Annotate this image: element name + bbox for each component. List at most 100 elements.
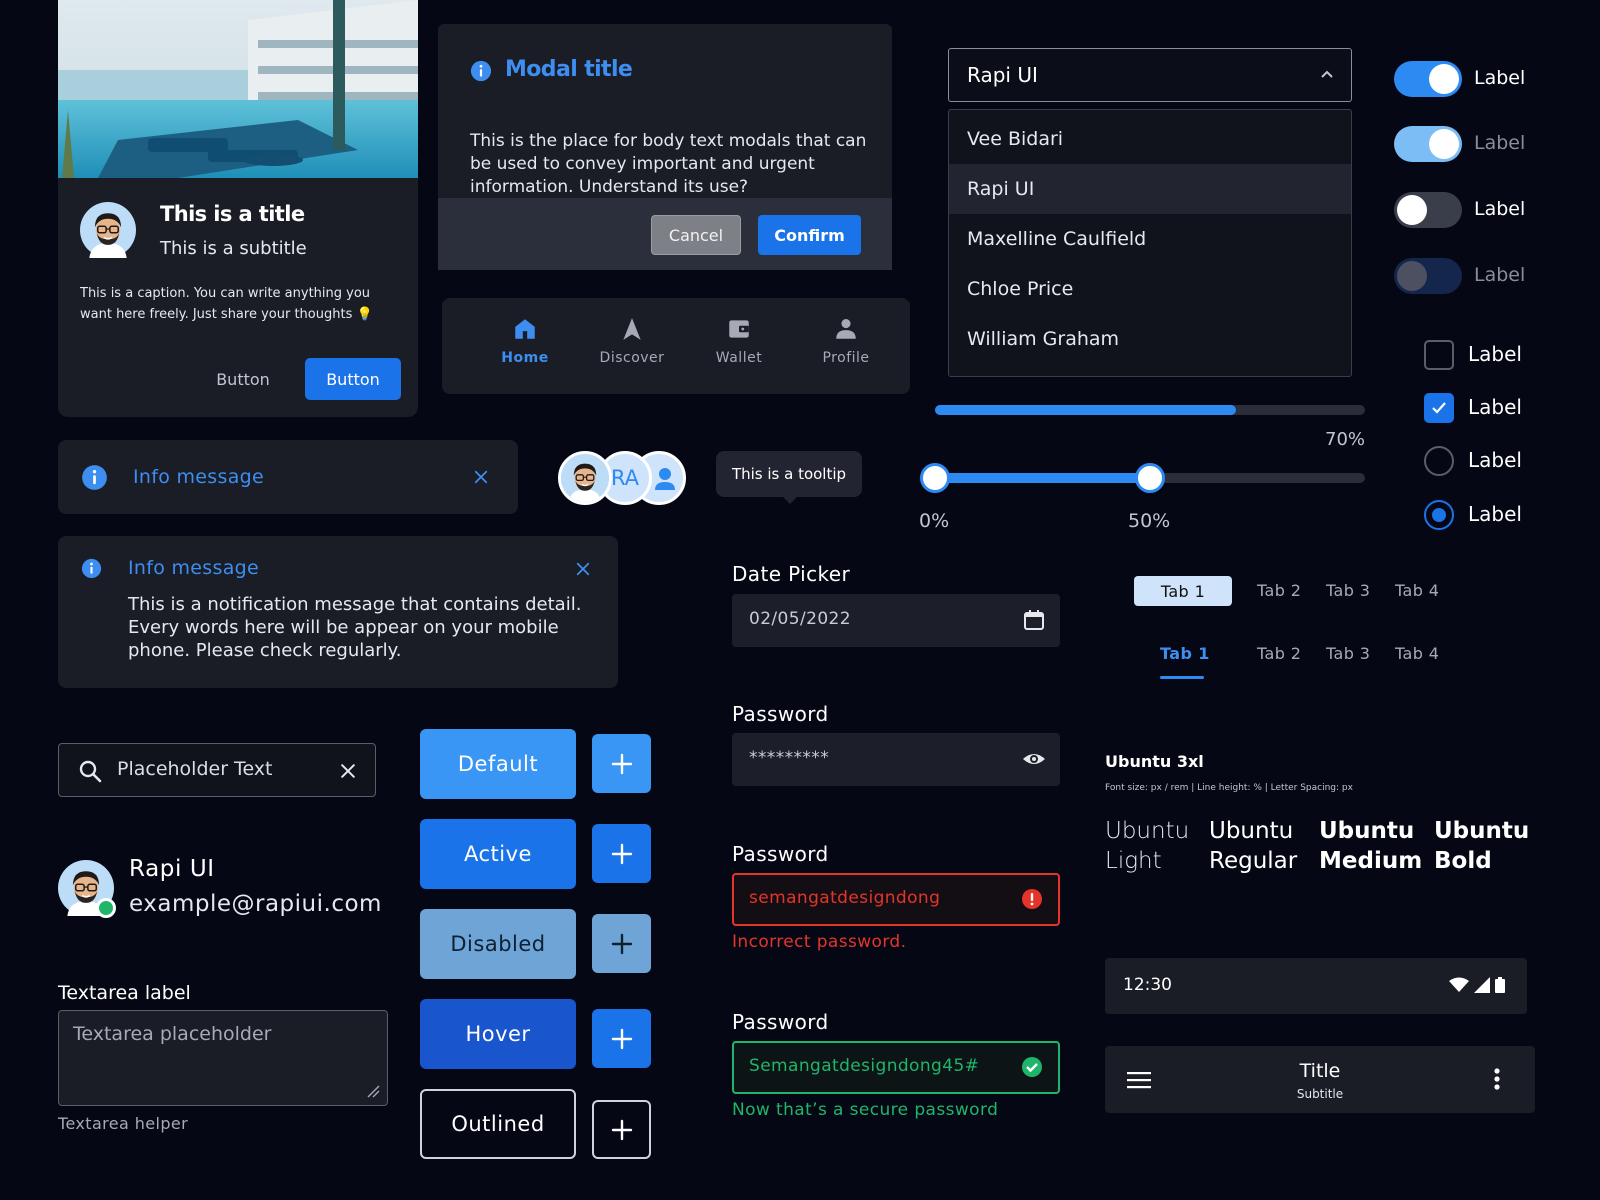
add-button-outlined[interactable] xyxy=(592,1100,651,1159)
tab-pill-3[interactable]: Tab 3 xyxy=(1326,581,1370,600)
plus-icon xyxy=(610,1118,634,1142)
add-button-active[interactable] xyxy=(592,824,651,883)
nav-label: Profile xyxy=(822,350,870,366)
range-slider-fill xyxy=(935,473,1150,483)
search-field xyxy=(58,743,376,797)
typography-meta: Font size: px / rem | Line height: % | L… xyxy=(1105,783,1353,793)
add-button-hover[interactable] xyxy=(592,1009,651,1068)
check-circle-icon xyxy=(1022,1057,1042,1077)
toggle-label: Label xyxy=(1474,198,1526,220)
tab-underline-2[interactable]: Tab 2 xyxy=(1257,644,1301,663)
textarea-input[interactable] xyxy=(58,1010,388,1106)
app-bar-subtitle: Subtitle xyxy=(1296,1087,1344,1101)
nav-label: Wallet xyxy=(715,350,763,366)
disabled-button[interactable]: Disabled xyxy=(420,909,576,979)
progress-label: 70% xyxy=(1325,429,1366,450)
search-input[interactable] xyxy=(117,758,317,780)
typography-sample-light: Ubuntu Light xyxy=(1105,818,1190,874)
tab-underline-1[interactable]: Tab 1 xyxy=(1160,644,1210,663)
toggle-label: Label xyxy=(1474,67,1526,89)
radio-checked[interactable] xyxy=(1424,500,1454,530)
password-label: Password xyxy=(732,842,829,866)
notification-body: This is a notification message that cont… xyxy=(128,594,582,661)
tab-underline-3[interactable]: Tab 3 xyxy=(1326,644,1370,663)
more-vertical-icon[interactable] xyxy=(1493,1067,1501,1091)
info-banner: Info message xyxy=(58,440,518,514)
tab-underline-4[interactable]: Tab 4 xyxy=(1395,644,1439,663)
date-picker-input[interactable]: 02/05/2022 xyxy=(732,594,1060,647)
user-name: Rapi UI xyxy=(129,856,215,882)
checkmark-icon xyxy=(1432,402,1446,414)
battery-icon xyxy=(1495,977,1505,993)
typography-sample-medium: Ubuntu Medium xyxy=(1319,818,1423,874)
online-status-badge xyxy=(96,898,116,918)
nav-item-home[interactable]: Home xyxy=(480,316,570,366)
card-secondary-button[interactable]: Button xyxy=(193,358,293,400)
password-success-text: Now that’s a secure password xyxy=(732,1100,999,1120)
select-dropdown[interactable]: Rapi UI xyxy=(948,48,1352,102)
signal-icon xyxy=(1473,977,1490,993)
password-input[interactable]: ********* xyxy=(732,733,1060,786)
password-value: Semangatdesigndong45# xyxy=(749,1056,980,1076)
close-icon[interactable] xyxy=(472,468,490,486)
info-icon xyxy=(81,558,102,579)
resize-handle-icon[interactable] xyxy=(366,1084,380,1098)
checkbox-checked[interactable] xyxy=(1424,393,1454,423)
confirm-button[interactable]: Confirm xyxy=(758,215,861,255)
modal-body: This is the place for body text modals t… xyxy=(470,131,867,197)
range-slider-thumb-high[interactable] xyxy=(1135,463,1165,493)
clear-icon[interactable] xyxy=(338,761,358,781)
plus-icon xyxy=(611,933,632,954)
select-option[interactable]: Chloe Price xyxy=(949,264,1351,314)
hover-button[interactable]: Hover xyxy=(420,999,576,1069)
eye-icon[interactable] xyxy=(1022,747,1046,771)
chevron-up-icon xyxy=(1321,70,1333,78)
tab-pill-4[interactable]: Tab 4 xyxy=(1395,581,1439,600)
add-button-default[interactable] xyxy=(592,734,651,793)
wifi-icon xyxy=(1448,977,1469,992)
select-value: Rapi UI xyxy=(967,63,1038,87)
avatar xyxy=(80,202,136,258)
card-title: This is a title xyxy=(160,202,305,226)
active-button[interactable]: Active xyxy=(420,819,576,889)
checkbox-label: Label xyxy=(1468,342,1522,366)
nav-label: Discover xyxy=(599,350,665,366)
password-value: ********* xyxy=(749,748,830,768)
card-primary-button[interactable]: Button xyxy=(305,358,401,400)
toggle-switch-off[interactable] xyxy=(1394,192,1462,228)
home-icon xyxy=(515,319,535,339)
password-input-error[interactable]: semangatdesigndong xyxy=(732,873,1060,926)
nav-item-wallet[interactable]: Wallet xyxy=(694,316,784,366)
avatar-photo xyxy=(558,451,612,505)
select-option[interactable]: Maxelline Caulfield xyxy=(949,214,1351,264)
app-bar: Title Subtitle xyxy=(1105,1046,1535,1113)
select-option-selected[interactable]: Rapi UI xyxy=(949,164,1351,214)
password-label: Password xyxy=(732,1010,829,1034)
calendar-icon[interactable] xyxy=(1022,608,1046,632)
toggle-switch-on-disabled[interactable] xyxy=(1394,126,1462,162)
tab-pill-2[interactable]: Tab 2 xyxy=(1257,581,1301,600)
password-input-success[interactable]: Semangatdesigndong45# xyxy=(732,1041,1060,1094)
info-message-text: Info message xyxy=(133,466,264,488)
plus-icon xyxy=(610,1027,634,1051)
select-option[interactable]: Vee Bidari xyxy=(949,114,1351,164)
toggle-switch-off-disabled[interactable] xyxy=(1394,258,1462,294)
cancel-button[interactable]: Cancel xyxy=(651,215,741,255)
password-value: semangatdesigndong xyxy=(749,888,941,908)
card-subtitle: This is a subtitle xyxy=(160,238,307,259)
select-option[interactable]: William Graham xyxy=(949,314,1351,364)
default-button[interactable]: Default xyxy=(420,729,576,799)
radio-unchecked[interactable] xyxy=(1424,446,1454,476)
tab-pill-1[interactable]: Tab 1 xyxy=(1134,576,1232,606)
range-slider-thumb-low[interactable] xyxy=(920,463,950,493)
nav-item-profile[interactable]: Profile xyxy=(801,316,891,366)
add-button-disabled[interactable] xyxy=(592,914,651,973)
content-card: This is a title This is a subtitle This … xyxy=(58,0,418,417)
info-icon xyxy=(81,464,108,491)
tooltip-arrow xyxy=(782,496,798,504)
close-icon[interactable] xyxy=(574,560,592,578)
outlined-button[interactable]: Outlined xyxy=(420,1089,576,1159)
nav-item-discover[interactable]: Discover xyxy=(587,316,677,366)
checkbox-unchecked[interactable] xyxy=(1424,340,1454,370)
toggle-switch-on[interactable] xyxy=(1394,61,1462,97)
